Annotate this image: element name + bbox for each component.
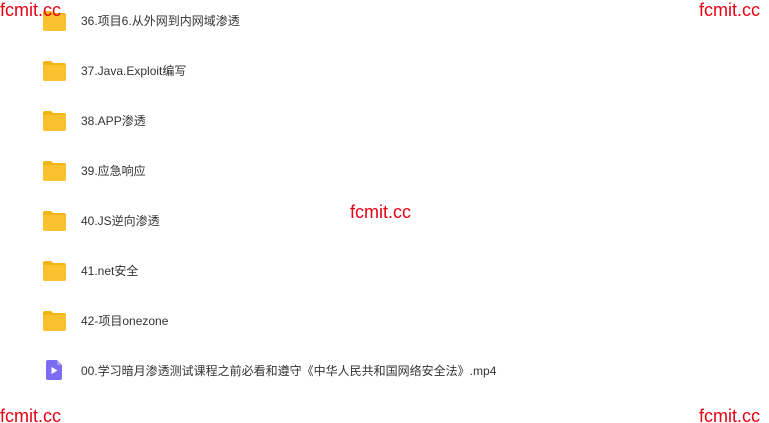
folder-icon	[43, 311, 66, 331]
watermark-bottom-right: fcmit.cc	[699, 406, 760, 423]
folder-icon	[43, 61, 66, 81]
file-name: 36.项目6.从外网到内网域渗透	[81, 14, 240, 28]
watermark-bottom-left: fcmit.cc	[0, 406, 61, 423]
video-file-icon	[46, 360, 62, 380]
file-name: 00.学习暗月渗透测试课程之前必看和遵守《中华人民共和国网络安全法》.mp4	[81, 364, 497, 378]
watermark-top-right: fcmit.cc	[699, 0, 760, 20]
file-row[interactable]: 39.应急响应	[0, 145, 769, 195]
folder-icon	[43, 161, 66, 181]
file-row[interactable]: 00.学习暗月渗透测试课程之前必看和遵守《中华人民共和国网络安全法》.mp4	[0, 345, 769, 395]
file-row[interactable]: 41.net安全	[0, 245, 769, 295]
watermark-top-left: fcmit.cc	[0, 0, 61, 20]
file-name: 40.JS逆向渗透	[81, 214, 160, 228]
file-name: 41.net安全	[81, 264, 139, 278]
file-name: 38.APP渗透	[81, 114, 146, 128]
folder-icon	[43, 261, 66, 281]
file-row[interactable]: 42-项目onezone	[0, 295, 769, 345]
watermark-center: fcmit.cc	[350, 202, 411, 222]
file-row[interactable]: 37.Java.Exploit编写	[0, 45, 769, 95]
file-list-page: 36.项目6.从外网到内网域渗透 37.Java.Exploit编写 38.AP…	[0, 0, 769, 423]
file-row[interactable]: 36.项目6.从外网到内网域渗透	[0, 0, 769, 45]
file-name: 39.应急响应	[81, 164, 146, 178]
file-name: 37.Java.Exploit编写	[81, 64, 187, 78]
file-row[interactable]: 38.APP渗透	[0, 95, 769, 145]
folder-icon	[43, 211, 66, 231]
file-name: 42-项目onezone	[81, 314, 169, 328]
folder-icon	[43, 111, 66, 131]
